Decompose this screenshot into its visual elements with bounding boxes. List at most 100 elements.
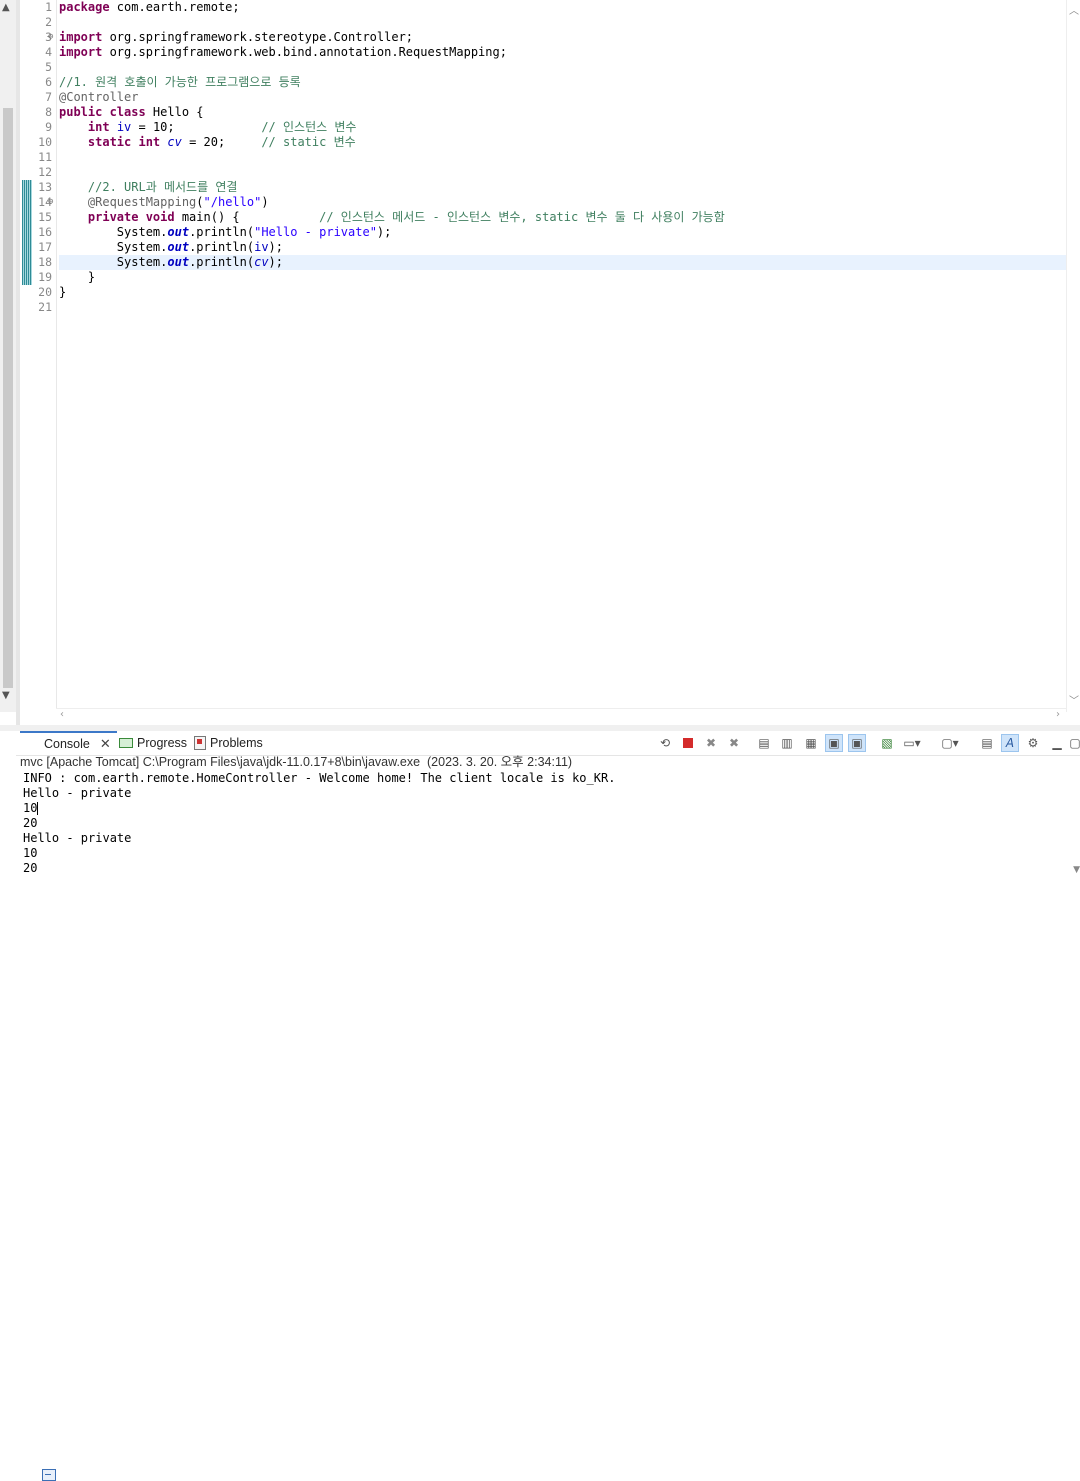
progress-icon [119, 738, 133, 748]
line-number: 19 [38, 270, 52, 284]
change-marker [22, 210, 32, 225]
console-line: 20 [23, 816, 38, 830]
code-line[interactable]: package com.earth.remote; [59, 0, 1066, 15]
line-number: 16 [38, 225, 52, 239]
code-area[interactable]: package com.earth.remote; import org.spri… [59, 0, 1066, 708]
console-view: Console ✕ Progress Problems ⟲ ✖ ✖ ▤ ▥ ▦ … [16, 731, 1080, 1481]
console-line: 10 [23, 801, 39, 815]
scroll-up-icon[interactable]: ︿ [1069, 2, 1079, 17]
code-line[interactable]: @Controller [59, 90, 1066, 105]
code-line[interactable]: System.out.println(cv); [59, 255, 1066, 270]
code-line[interactable]: } [59, 270, 1066, 285]
code-line[interactable]: import org.springframework.web.bind.anno… [59, 45, 1066, 60]
remove-all-icon[interactable]: ✖ [725, 734, 743, 752]
pin-icon[interactable]: ⟲ [656, 734, 674, 752]
change-marker [22, 225, 32, 240]
line-number: 6 [45, 75, 52, 89]
console-line: 10 [23, 846, 38, 860]
change-marker [22, 240, 32, 255]
code-line[interactable]: System.out.println(iv); [59, 240, 1066, 255]
minimize-icon[interactable]: ▁ [1048, 734, 1066, 752]
close-icon[interactable]: ✕ [100, 733, 111, 755]
scroll-down-icon[interactable]: ﹀ [1069, 692, 1079, 707]
code-line[interactable] [59, 165, 1066, 180]
code-line[interactable]: //2. URL과 메서드를 연결 [59, 180, 1066, 195]
code-line[interactable] [59, 60, 1066, 75]
change-marker [22, 270, 32, 285]
console-icon [42, 1469, 56, 1481]
line-number-gutter[interactable]: 1 2 3 ⊖ 4 5 6 7 8 9 10 11 12 13 14 ⊖ 15 16 17 18 19 20 21 [34, 0, 56, 708]
scroll-down-icon[interactable]: ▼ [1073, 865, 1080, 875]
code-line[interactable]: int iv = 10; // 인스턴스 변수 [59, 120, 1066, 135]
view-tab-bar: Console ✕ Progress Problems ⟲ ✖ ✖ ▤ ▥ ▦ … [16, 731, 1080, 1481]
code-line[interactable]: } [59, 285, 1066, 300]
scroll-left-icon[interactable]: ‹ [60, 709, 64, 720]
show-stdout-icon[interactable]: ▣ [825, 734, 843, 752]
copy-icon[interactable]: ▤ [978, 734, 996, 752]
code-line[interactable]: private void main() { // 인스턴스 메서드 - 인스턴스… [59, 210, 1066, 225]
console-line: Hello - private [23, 786, 132, 800]
highlight-icon[interactable]: A [1001, 734, 1019, 752]
line-number: 9 [45, 120, 52, 134]
show-stderr-icon[interactable]: ▣ [848, 734, 866, 752]
code-editor[interactable]: 1 2 3 ⊖ 4 5 6 7 8 9 10 11 12 13 14 ⊖ 15 16 17 18 19 20 21 pack… [20, 0, 1066, 708]
code-line[interactable]: //1. 원격 호출이 가능한 프로그램으로 등록 [59, 75, 1066, 90]
line-number: 10 [38, 135, 52, 149]
line-number: 15 [38, 210, 52, 224]
editor-vertical-scrollbar[interactable]: ︿ ﹀ [1066, 0, 1080, 712]
code-line[interactable]: import org.springframework.stereotype.Co… [59, 30, 1066, 45]
line-number: 1 [45, 0, 52, 14]
line-number: 17 [38, 240, 52, 254]
console-line: INFO : com.earth.remote.HomeController -… [23, 771, 616, 785]
code-line[interactable]: static int cv = 20; // static 변수 [59, 135, 1066, 150]
line-number: 8 [45, 105, 52, 119]
line-number: 12 [38, 165, 52, 179]
tab-console-label: Console [44, 737, 90, 751]
tab-console[interactable]: Console ✕ [20, 731, 117, 1481]
left-scrollbar[interactable]: ▲ ▼ [0, 0, 16, 712]
code-line[interactable] [59, 15, 1066, 30]
tab-problems-label: Problems [210, 736, 263, 750]
tab-progress-label: Progress [137, 736, 188, 750]
code-line[interactable]: public class Hello { [59, 105, 1066, 120]
open-console-icon[interactable]: ▢▾ [941, 734, 959, 752]
word-wrap-icon[interactable]: ▦ [802, 734, 820, 752]
line-number: 5 [45, 60, 52, 74]
line-number: 7 [45, 90, 52, 104]
fold-toggle-icon[interactable]: ⊖ [48, 30, 53, 45]
fold-toggle-icon[interactable]: ⊖ [48, 195, 53, 210]
scroll-lock-icon[interactable]: ▥ [778, 734, 796, 752]
remove-launch-icon[interactable]: ✖ [702, 734, 720, 752]
code-line[interactable]: @RequestMapping("/hello") [59, 195, 1066, 210]
line-number: 18 [38, 255, 52, 269]
problems-icon [194, 736, 206, 750]
scroll-right-icon[interactable]: › [1056, 709, 1060, 720]
pin-console-icon[interactable]: ▧ [878, 734, 896, 752]
line-number: 2 [45, 15, 52, 29]
code-line[interactable] [59, 300, 1066, 315]
scroll-thumb[interactable] [3, 108, 13, 688]
settings-icon[interactable]: ⚙ [1024, 734, 1042, 752]
scroll-down-icon[interactable]: ▼ [2, 690, 10, 701]
display-console-icon[interactable]: ▭▾ [903, 734, 921, 752]
tab-problems[interactable]: Problems [194, 731, 263, 755]
terminate-icon[interactable] [679, 734, 697, 752]
change-marker [22, 195, 32, 210]
change-marker [22, 255, 32, 270]
code-line[interactable]: System.out.println("Hello - private"); [59, 225, 1066, 240]
console-line: 20 [23, 861, 38, 875]
change-marker [22, 180, 32, 195]
editor-horizontal-scrollbar[interactable]: ‹ › [56, 708, 1066, 724]
clear-console-icon[interactable]: ▤ [755, 734, 773, 752]
maximize-icon[interactable]: ▢ [1066, 734, 1080, 752]
code-line[interactable] [59, 150, 1066, 165]
tab-progress[interactable]: Progress [119, 731, 187, 755]
gutter-divider [56, 0, 57, 708]
line-number: 11 [38, 150, 52, 164]
line-number: 13 [38, 180, 52, 194]
process-label: mvc [Apache Tomcat] C:\Program Files\jav… [20, 755, 573, 769]
console-line: Hello - private [23, 831, 132, 845]
scroll-up-icon[interactable]: ▲ [2, 2, 10, 13]
console-output[interactable]: INFO : com.earth.remote.HomeController -… [23, 771, 615, 876]
text-cursor [37, 802, 39, 815]
